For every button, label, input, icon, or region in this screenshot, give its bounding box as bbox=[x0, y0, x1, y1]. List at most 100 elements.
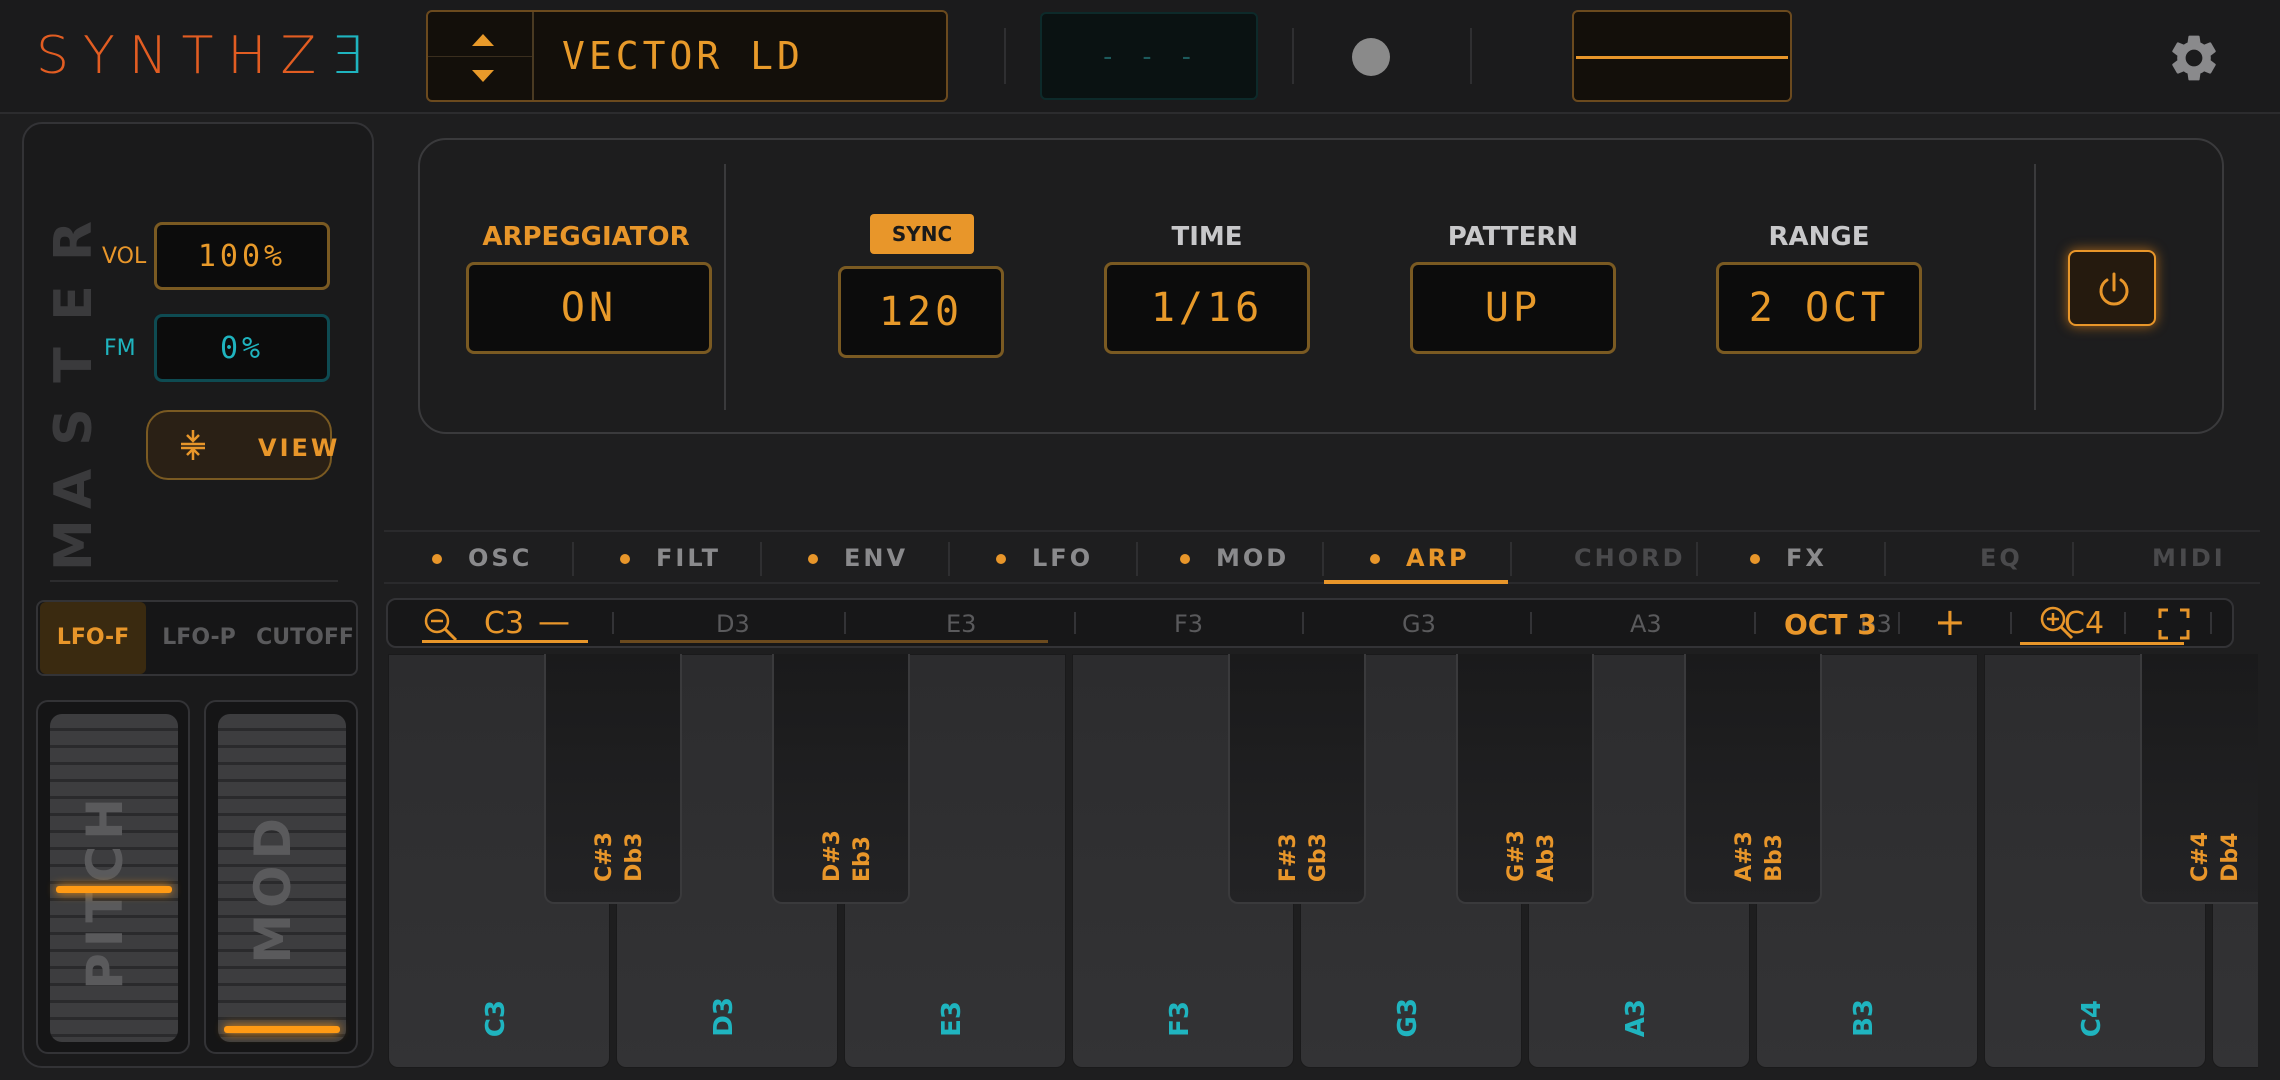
divider bbox=[948, 542, 950, 576]
view-button-label: VIEW bbox=[258, 434, 341, 462]
divider bbox=[1884, 542, 1886, 576]
tab-filt[interactable]: FILT bbox=[620, 532, 721, 584]
scope-waveform bbox=[1576, 56, 1788, 59]
divider bbox=[612, 612, 614, 634]
zoom-out-icon[interactable] bbox=[422, 606, 462, 644]
chevron-down-icon[interactable] bbox=[472, 70, 494, 82]
nav-note-f3: F3 bbox=[1174, 610, 1204, 638]
record-button[interactable] bbox=[1352, 38, 1390, 76]
tab-lfo-label: LFO bbox=[1032, 544, 1094, 572]
mod-wheel-label: MOD bbox=[244, 812, 302, 964]
divider bbox=[844, 612, 846, 634]
key-label: C#4 Db4 bbox=[2188, 832, 2243, 882]
preset-arrows bbox=[428, 12, 534, 100]
divider bbox=[1292, 28, 1294, 84]
piano-keyboard: C3 D3 E3 F3 G3 A3 B3 C4 C#3 Db3 D#3 Eb3 … bbox=[388, 654, 2258, 1068]
key-label: F#3 Gb3 bbox=[1276, 832, 1331, 882]
time-label: TIME bbox=[1171, 222, 1243, 252]
preset-selector[interactable]: VECTOR LD bbox=[426, 10, 948, 102]
status-display: - - - bbox=[1040, 12, 1258, 100]
chevron-up-icon[interactable] bbox=[472, 34, 494, 46]
nav-note-e3: E3 bbox=[946, 610, 977, 638]
divider bbox=[1898, 612, 1900, 634]
tab-midi[interactable]: MIDI bbox=[2152, 532, 2226, 584]
arpeggiator-field[interactable]: ON bbox=[466, 262, 712, 354]
tab-fx[interactable]: FX bbox=[1750, 532, 1827, 584]
key-label: C3 bbox=[481, 999, 511, 1037]
tab-lfo[interactable]: LFO bbox=[996, 532, 1093, 584]
key-label: E3 bbox=[937, 1001, 967, 1037]
tab-eq[interactable]: EQ bbox=[1980, 532, 2023, 584]
black-key-f-sharp-3[interactable]: F#3 Gb3 bbox=[1228, 654, 1366, 904]
key-label: D#3 Eb3 bbox=[820, 829, 875, 882]
active-tab-indicator bbox=[1324, 580, 1508, 584]
volume-field[interactable]: 100% bbox=[154, 222, 330, 290]
pattern-field[interactable]: UP bbox=[1410, 262, 1616, 354]
gear-icon[interactable] bbox=[2166, 30, 2222, 86]
divider bbox=[2072, 542, 2074, 576]
octave-down-button[interactable]: — bbox=[538, 602, 570, 640]
pitch-wheel-indicator bbox=[56, 886, 172, 893]
visible-range-indicator bbox=[620, 640, 1048, 643]
top-bar: SYNTHZƎ VECTOR LD - - - bbox=[0, 0, 2280, 114]
left-note-label: C3 bbox=[484, 606, 525, 641]
preset-name[interactable]: VECTOR LD bbox=[562, 34, 804, 78]
octave-display: OCT 3 bbox=[1784, 608, 1877, 641]
tab-arp[interactable]: ARP bbox=[1370, 532, 1470, 584]
power-icon bbox=[2099, 272, 2129, 306]
time-field[interactable]: 1/16 bbox=[1104, 262, 1310, 354]
divider bbox=[1136, 542, 1138, 576]
app-logo: SYNTHZƎ bbox=[36, 26, 377, 86]
pitch-wheel[interactable]: PITCH bbox=[36, 700, 190, 1054]
compress-icon bbox=[178, 428, 208, 470]
tab-filt-label: FILT bbox=[656, 544, 722, 572]
tab-env[interactable]: ENV bbox=[808, 532, 908, 584]
mod-wheel[interactable]: MOD bbox=[204, 700, 358, 1054]
tab-osc-label: OSC bbox=[468, 544, 533, 572]
tab-mod-label: MOD bbox=[1216, 544, 1290, 572]
sync-button[interactable]: SYNC bbox=[870, 214, 974, 254]
active-dot-icon bbox=[620, 554, 630, 564]
divider bbox=[1004, 28, 1006, 84]
key-label: G3 bbox=[1393, 997, 1423, 1037]
tab-cutoff[interactable]: CUTOFF bbox=[252, 602, 358, 674]
zoom-indicator bbox=[2020, 642, 2184, 645]
tab-mod[interactable]: MOD bbox=[1180, 532, 1289, 584]
nav-note-g3: G3 bbox=[1402, 610, 1436, 638]
divider bbox=[572, 542, 574, 576]
tab-env-label: ENV bbox=[844, 544, 909, 572]
wheel-target-tabs: LFO-F LFO-P CUTOFF bbox=[36, 600, 358, 676]
divider bbox=[50, 580, 338, 582]
divider bbox=[1510, 542, 1512, 576]
power-button[interactable] bbox=[2068, 250, 2156, 326]
black-key-c-sharp-4[interactable]: C#4 Db4 bbox=[2140, 654, 2258, 904]
active-dot-icon bbox=[1370, 554, 1380, 564]
black-key-c-sharp-3[interactable]: C#3 Db3 bbox=[544, 654, 682, 904]
active-dot-icon bbox=[808, 554, 818, 564]
tab-lfo-f[interactable]: LFO-F bbox=[40, 602, 146, 674]
view-button[interactable]: VIEW bbox=[146, 410, 337, 480]
preset-arrow-divider bbox=[428, 56, 532, 57]
range-field[interactable]: 2 OCT bbox=[1716, 262, 1922, 354]
black-key-g-sharp-3[interactable]: G#3 Ab3 bbox=[1456, 654, 1594, 904]
oscilloscope-display bbox=[1572, 10, 1792, 102]
octave-up-button[interactable]: + bbox=[1934, 600, 1966, 644]
logo-main-text: SYNTHZ bbox=[36, 26, 331, 86]
black-key-d-sharp-3[interactable]: D#3 Eb3 bbox=[772, 654, 910, 904]
tab-lfo-p[interactable]: LFO-P bbox=[146, 602, 252, 674]
divider bbox=[1754, 612, 1756, 634]
mod-wheel-indicator bbox=[224, 1026, 340, 1033]
divider bbox=[1470, 28, 1472, 84]
fullscreen-icon[interactable] bbox=[2158, 608, 2190, 640]
bpm-field[interactable]: 120 bbox=[838, 266, 1004, 358]
key-label: C#3 Db3 bbox=[592, 832, 647, 882]
range-label: RANGE bbox=[1768, 222, 1870, 252]
tab-chord[interactable]: CHORD bbox=[1574, 532, 1686, 584]
tab-osc[interactable]: OSC bbox=[432, 532, 532, 584]
black-key-a-sharp-3[interactable]: A#3 Bb3 bbox=[1684, 654, 1822, 904]
active-dot-icon bbox=[1180, 554, 1190, 564]
divider bbox=[2010, 612, 2012, 634]
fm-field[interactable]: 0% bbox=[154, 314, 330, 382]
arp-panel: ARPEGGIATOR ON SYNC 120 TIME 1/16 PATTER… bbox=[418, 138, 2224, 434]
keyboard-navigator[interactable]: C3 — D3 E3 F3 G3 A3 B3 OCT 3 + C4 bbox=[386, 598, 2234, 648]
